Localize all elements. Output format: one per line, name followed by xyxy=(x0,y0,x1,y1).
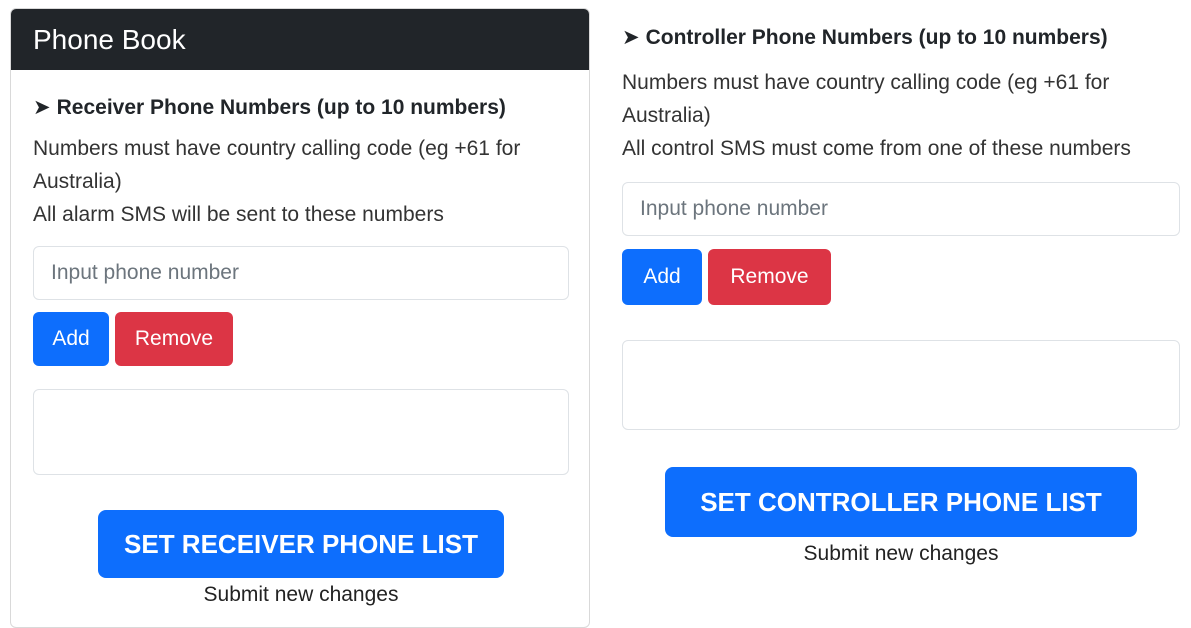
receiver-phone-list[interactable] xyxy=(33,389,569,475)
set-controller-phone-list-button[interactable]: SET CONTROLLER PHONE LIST xyxy=(665,467,1137,537)
controller-heading-text: Controller Phone Numbers (up to 10 numbe… xyxy=(645,26,1108,49)
receiver-phone-input[interactable] xyxy=(33,246,569,300)
set-receiver-phone-list-button[interactable]: SET RECEIVER PHONE LIST xyxy=(98,510,504,578)
receiver-heading: ➤ Receiver Phone Numbers (up to 10 number… xyxy=(33,90,569,126)
controller-submit-wrap: SET CONTROLLER PHONE LIST xyxy=(622,467,1180,537)
receiver-heading-text: Receiver Phone Numbers (up to 10 numbers… xyxy=(56,96,506,119)
controller-remove-button[interactable]: Remove xyxy=(708,249,831,305)
controller-desc-control: All control SMS must come from one of th… xyxy=(622,137,1131,160)
controller-section: ➤ Controller Phone Numbers (up to 10 numb… xyxy=(622,20,1180,567)
receiver-submit-wrap: SET RECEIVER PHONE LIST xyxy=(33,510,569,578)
arrow-icon: ➤ xyxy=(33,96,51,119)
receiver-desc-country-code: Numbers must have country calling code (… xyxy=(33,137,521,193)
receiver-remove-button[interactable]: Remove xyxy=(115,312,233,366)
receiver-submit-note: Submit new changes xyxy=(203,583,399,606)
controller-heading: ➤ Controller Phone Numbers (up to 10 numb… xyxy=(622,20,1180,56)
card-title: Phone Book xyxy=(11,9,589,70)
controller-submit-note: Submit new changes xyxy=(803,542,999,565)
controller-add-button[interactable]: Add xyxy=(622,249,702,305)
arrow-icon: ➤ xyxy=(622,26,640,49)
receiver-section: ➤ Receiver Phone Numbers (up to 10 number… xyxy=(33,90,569,608)
controller-phone-list[interactable] xyxy=(622,340,1180,430)
controller-phone-input[interactable] xyxy=(622,182,1180,236)
receiver-desc-alarm: All alarm SMS will be sent to these numb… xyxy=(33,203,444,226)
receiver-button-row: Add Remove xyxy=(33,312,569,366)
controller-button-row: Add Remove xyxy=(622,249,1180,305)
receiver-add-button[interactable]: Add xyxy=(33,312,109,366)
controller-desc-country-code: Numbers must have country calling code (… xyxy=(622,71,1110,127)
